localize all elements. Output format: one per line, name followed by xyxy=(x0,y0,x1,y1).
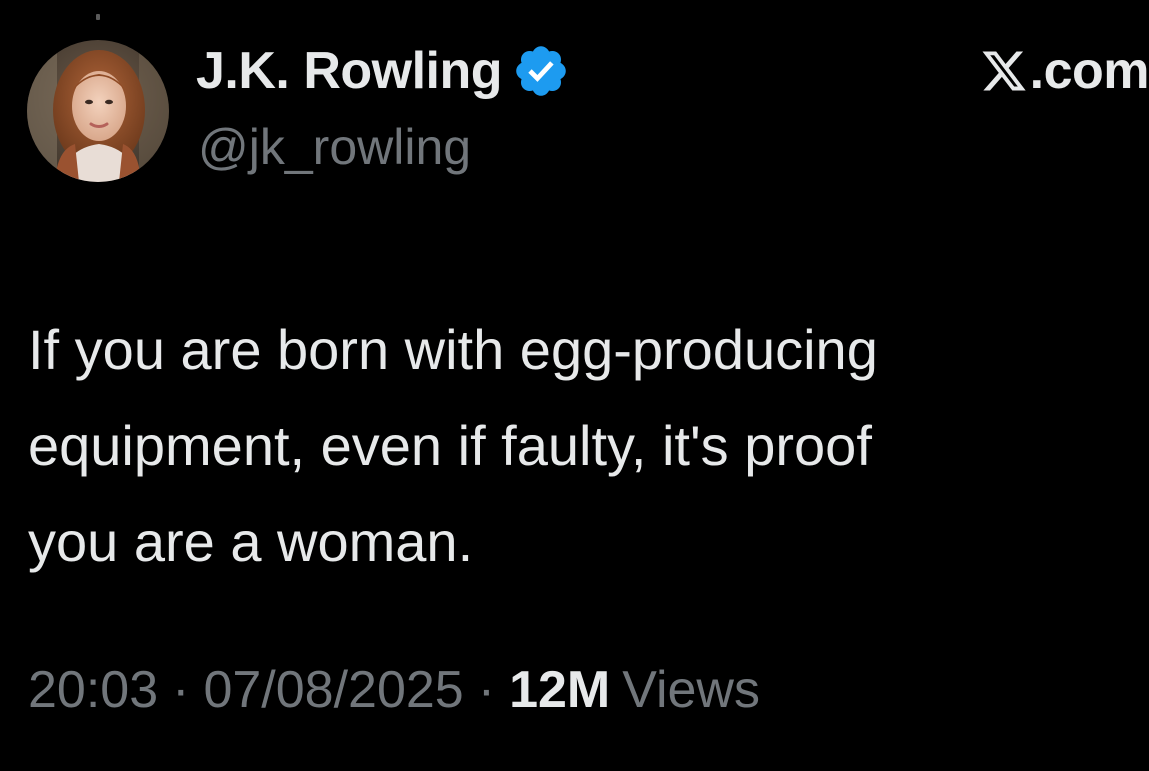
avatar-image xyxy=(27,40,169,182)
author-name-row: J.K. Rowling xyxy=(196,38,570,104)
author-handle[interactable]: @jk_rowling xyxy=(198,118,471,176)
tweet-time[interactable]: 20:03 xyxy=(28,660,158,720)
views-count: 12M xyxy=(509,661,611,719)
tweet-card: J.K. Rowling @jk_rowling .com If you are… xyxy=(0,0,1149,771)
top-marker xyxy=(96,14,100,20)
avatar[interactable] xyxy=(27,40,169,182)
tweet-meta: 20:03 · 07/08/2025 · 12M Views xyxy=(28,660,760,720)
verified-badge-icon xyxy=(512,42,570,100)
brand-text: .com xyxy=(1029,42,1149,100)
tweet-text: If you are born with egg-producing equip… xyxy=(28,318,878,573)
tweet-date[interactable]: 07/08/2025 xyxy=(203,660,463,720)
meta-separator: · xyxy=(172,661,190,719)
views-label: Views xyxy=(622,661,760,719)
x-logo-icon xyxy=(980,47,1028,95)
meta-separator: · xyxy=(477,661,496,719)
author-display-name[interactable]: J.K. Rowling xyxy=(196,41,503,101)
brand-watermark: .com xyxy=(980,38,1149,104)
